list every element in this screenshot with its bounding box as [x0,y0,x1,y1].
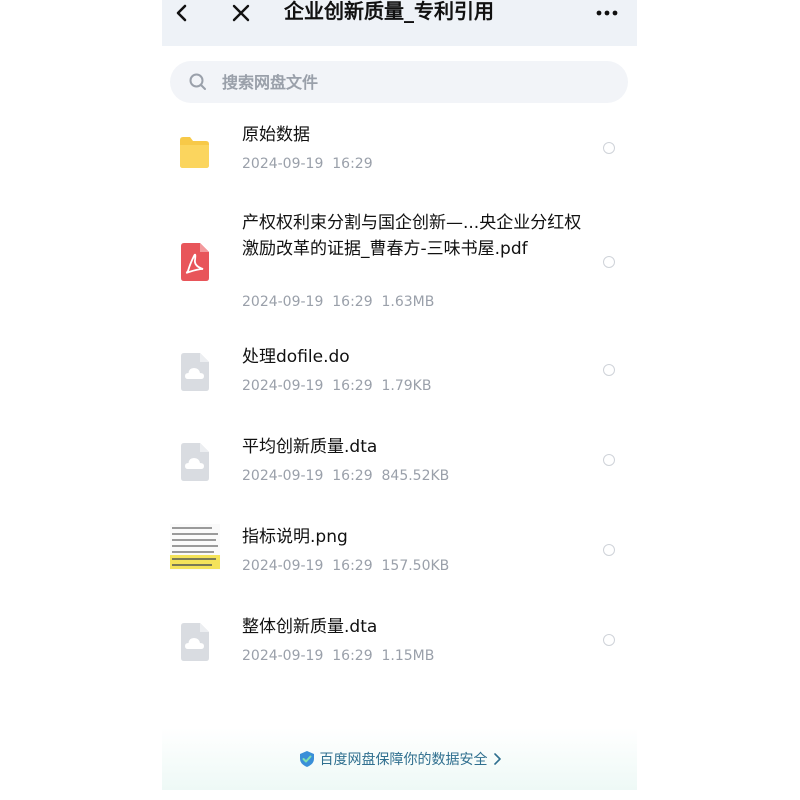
select-radio[interactable] [603,544,615,556]
cloud-file-icon [181,443,209,481]
select-radio[interactable] [603,364,615,376]
file-row-avg-quality[interactable]: 平均创新质量.dta 2024-09-19 16:29 845.52KB [162,430,637,500]
close-icon [232,4,250,22]
top-bar: 企业创新质量_专利引用 [162,0,637,46]
chevron-left-icon [176,4,187,22]
file-row-overall-quality[interactable]: 整体创新质量.dta 2024-09-19 16:29 1.15MB [162,610,637,680]
file-name: 整体创新质量.dta [242,617,378,637]
chevron-right-icon [493,753,501,765]
search-input[interactable] [220,66,604,98]
file-meta: 2024-09-19 16:29 1.15MB [242,648,435,664]
folder-icon [180,137,209,168]
select-radio[interactable] [603,634,615,646]
file-meta: 2024-09-19 16:29 157.50KB [242,558,450,574]
file-name: 平均创新质量.dta [242,437,378,457]
file-row-pdf[interactable]: 产权权利束分割与国企创新—...央企业分红权激励改革的证据_曹春方-三味书屋.p… [162,210,637,320]
pdf-icon [181,243,209,281]
file-meta: 2024-09-19 16:29 1.63MB [242,294,435,310]
close-button[interactable] [228,0,254,26]
search-bar[interactable] [170,61,628,103]
image-thumbnail [170,524,220,570]
search-icon [188,72,208,92]
cloud-file-icon [181,353,209,391]
select-radio[interactable] [603,256,615,268]
file-meta: 2024-09-19 16:29 845.52KB [242,468,450,484]
file-name: 处理dofile.do [242,347,350,367]
page-title: 企业创新质量_专利引用 [284,0,494,23]
more-button[interactable] [592,0,622,26]
file-name: 指标说明.png [242,527,348,547]
file-browser-screen: 企业创新质量_专利引用 原始数据 2024-09-19 16:29 [162,0,637,800]
shield-icon [299,751,314,767]
file-row-original-data[interactable]: 原始数据 2024-09-19 16:29 [162,118,637,198]
select-radio[interactable] [603,142,615,154]
select-radio[interactable] [603,454,615,466]
more-horizontal-icon [596,10,618,16]
file-row-png[interactable]: 指标说明.png 2024-09-19 16:29 157.50KB [162,520,637,590]
security-text: 百度网盘保障你的数据安全 [319,752,488,768]
file-name: 原始数据 [242,125,310,145]
file-meta: 2024-09-19 16:29 1.79KB [242,378,432,394]
file-meta: 2024-09-19 16:29 [242,156,373,172]
cloud-file-icon [181,623,209,661]
file-name: 产权权利束分割与国企创新—...央企业分红权激励改革的证据_曹春方-三味书屋.p… [242,213,582,259]
file-row-dofile[interactable]: 处理dofile.do 2024-09-19 16:29 1.79KB [162,340,637,410]
back-button[interactable] [170,0,194,26]
security-link[interactable]: 百度网盘保障你的数据安全 [298,749,502,769]
security-banner: 百度网盘保障你的数据安全 [162,728,637,790]
